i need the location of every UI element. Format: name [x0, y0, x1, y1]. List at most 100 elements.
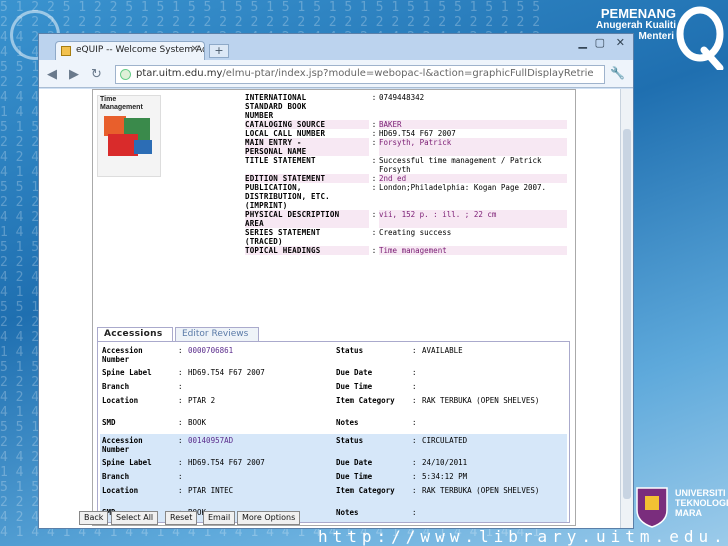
accession-field-label: Accession Number	[102, 436, 143, 454]
accession-field-label: Item Category	[336, 486, 395, 495]
email-button[interactable]: Email	[203, 511, 236, 525]
accession-field-value: RAK TERBUKA (OPEN SHELVES)	[422, 486, 540, 495]
quality-q-icon	[676, 6, 724, 70]
scrollbar-thumb[interactable]	[623, 129, 631, 499]
back-button[interactable]: Back	[79, 511, 109, 525]
accession-field-label: Status	[336, 436, 364, 445]
marc-field-value: Successful time management / Patrick	[379, 156, 542, 165]
marc-row: INTERNATIONAL:0749448342	[245, 93, 567, 102]
marc-colon: :	[371, 246, 377, 255]
marc-field-value-link[interactable]: vii, 152 p. : ill. ; 22 cm	[379, 210, 567, 219]
marc-colon: :	[371, 183, 377, 192]
accession-field-value: CIRCULATED	[422, 436, 468, 445]
close-window-icon[interactable]: ✕	[616, 36, 625, 49]
marc-field-value-link[interactable]: 2nd ed	[379, 174, 567, 183]
marc-field-value-link[interactable]: Time management	[379, 246, 567, 255]
accession-field-label: Location	[102, 396, 139, 405]
forward-icon[interactable]: ▶	[69, 67, 79, 82]
close-tab-icon[interactable]: ✕	[191, 44, 199, 55]
select-all-button[interactable]: Select All	[111, 511, 159, 525]
marc-colon	[369, 237, 379, 246]
accession-field-value: RAK TERBUKA (OPEN SHELVES)	[422, 396, 540, 405]
marc-field-label: PERSONAL NAME	[245, 147, 369, 156]
accession-field-label: Due Time	[336, 382, 373, 391]
marc-field-value	[379, 219, 567, 228]
marc-colon	[369, 165, 379, 174]
marc-field-value-link[interactable]: BAKER	[379, 120, 567, 129]
accession-field-label: Due Time	[336, 472, 373, 481]
marc-field-label: INTERNATIONAL	[245, 93, 307, 102]
marc-colon	[369, 192, 379, 201]
accession-number-link[interactable]: 0000706861	[188, 346, 233, 355]
marc-field-label: PHYSICAL DESCRIPTION	[245, 210, 369, 219]
tab-editor-reviews[interactable]: Editor Reviews	[175, 327, 259, 341]
wrench-icon[interactable]: 🔧	[610, 66, 625, 80]
url-path: /elmu-ptar/index.jsp?module=webopac-l&ac…	[222, 68, 594, 79]
award-line-1: PEMENANG	[600, 6, 676, 21]
accession-colon: :	[412, 472, 417, 481]
marc-field-label: DISTRIBUTION, ETC.	[245, 192, 330, 201]
cover-shape-1	[104, 116, 126, 136]
accession-field-label: Due Date	[336, 368, 373, 377]
page-content: Time Management INTERNATIONAL:0749448342…	[39, 89, 633, 528]
reload-icon[interactable]: ↻	[91, 67, 102, 82]
tab-accessions[interactable]: Accessions	[97, 327, 173, 341]
minimize-icon[interactable]: ▁	[579, 36, 587, 49]
marc-field-label: (IMPRINT)	[245, 201, 288, 210]
accession-field-label: Spine Label	[102, 458, 152, 467]
marc-row: AREA	[245, 219, 567, 228]
footer-url: http://www.library.uitm.edu.my	[318, 527, 728, 546]
accession-field-label: Notes	[336, 418, 359, 427]
marc-colon: :	[371, 210, 377, 219]
address-bar[interactable]: ptar.uitm.edu.my/elmu-ptar/index.jsp?mod…	[115, 65, 605, 84]
marc-field-label: AREA	[245, 219, 369, 228]
marc-row: TITLE STATEMENT: Successful time manageme…	[245, 156, 567, 165]
marc-row: (TRACED)	[245, 237, 567, 246]
tab-strip: eQUIP -- Welcome System Adr ✕ + ▁ ▢ ✕	[39, 34, 633, 60]
accession-colon: :	[412, 436, 417, 445]
marc-field-label: MAIN ENTRY -	[245, 138, 369, 147]
marc-field-label: EDITION STATEMENT	[245, 174, 369, 183]
marc-field-label: PUBLICATION,	[245, 183, 302, 192]
marc-record-table: INTERNATIONAL:0749448342 STANDARD BOOK NUM…	[245, 93, 567, 255]
accession-field-value: HD69.T54 F67 2007	[188, 458, 265, 467]
university-crest-icon	[636, 487, 668, 528]
accession-number-link[interactable]: 00140957AD	[188, 436, 233, 445]
award-line-3: Menteri	[638, 31, 674, 42]
marc-colon: :	[371, 156, 377, 165]
accession-field-label: Branch	[102, 382, 130, 391]
accession-colon: :	[412, 346, 417, 355]
marc-colon	[369, 147, 379, 156]
marc-row: Forsyth	[245, 165, 567, 174]
marc-field-value-link[interactable]: Forsyth, Patrick	[379, 138, 567, 147]
accession-colon: :	[178, 472, 183, 481]
marc-field-value: London;Philadelphia: Kogan Page 2007.	[379, 183, 547, 192]
marc-row: (IMPRINT)	[245, 201, 567, 210]
accession-colon: :	[412, 458, 417, 467]
more-options-button[interactable]: More Options	[237, 511, 301, 525]
reset-button[interactable]: Reset	[165, 511, 198, 525]
accession-colon: :	[412, 382, 417, 391]
accessions-panel: Accession Number:0000706861 Status: AVAILA…	[97, 341, 570, 523]
url-host: ptar.uitm.edu.my	[136, 68, 223, 79]
back-icon[interactable]: ◀	[47, 67, 57, 82]
university-name: UNIVERSITI TEKNOLOGI MARA	[675, 488, 728, 518]
vertical-scrollbar[interactable]	[620, 89, 633, 528]
favicon-icon	[61, 46, 71, 56]
marc-field-label: (TRACED)	[245, 237, 283, 246]
marc-colon	[369, 201, 379, 210]
new-tab-button[interactable]: +	[209, 44, 229, 58]
accession-colon: :	[178, 486, 183, 495]
accession-colon: :	[178, 436, 183, 445]
marc-field-value: Forsyth	[379, 165, 411, 174]
accession-field-label: SMD	[102, 418, 116, 427]
record-frame: Time Management INTERNATIONAL:0749448342…	[92, 89, 576, 526]
accession-item: Accession Number:0000706861 Status: AVAILA…	[100, 344, 567, 432]
accession-field-label: Branch	[102, 472, 130, 481]
marc-field-label: CATALOGING SOURCE	[245, 120, 369, 129]
marc-field-value	[379, 192, 567, 201]
maximize-icon[interactable]: ▢	[595, 36, 605, 49]
browser-window: eQUIP -- Welcome System Adr ✕ + ▁ ▢ ✕ ◀ …	[38, 33, 634, 529]
marc-row: PHYSICAL DESCRIPTION: vii, 152 p. : ill. …	[245, 210, 567, 219]
browser-tab[interactable]: eQUIP -- Welcome System Adr ✕	[55, 41, 205, 60]
